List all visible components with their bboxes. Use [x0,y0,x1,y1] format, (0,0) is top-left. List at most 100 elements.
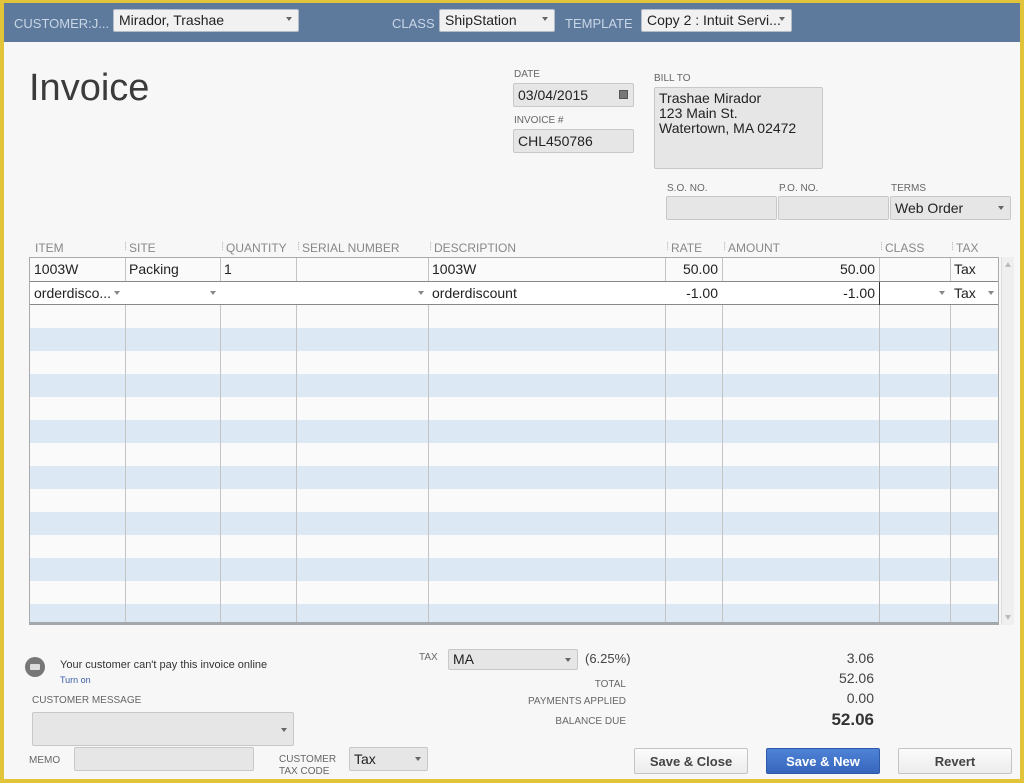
empty-row[interactable] [30,604,998,622]
po-number-label: P.O. NO. [779,183,819,194]
column-header-rate[interactable]: ⁞ RATE [666,241,702,255]
column-divider [220,258,221,622]
bill-to-field[interactable]: Trashae Mirador 123 Main St. Watertown, … [654,87,823,169]
column-header-class[interactable]: ⁞ CLASS [880,241,925,255]
cell-rate[interactable]: 50.00 [665,258,722,281]
empty-row[interactable] [30,512,998,535]
empty-row[interactable] [30,328,998,351]
chevron-down-icon [565,658,571,662]
memo-field[interactable] [74,747,254,771]
customer-message-label: CUSTOMER MESSAGE [32,695,142,706]
table-scrollbar[interactable] [1001,257,1014,625]
table-row-active[interactable]: orderdisco... orderdiscount -1.00 -1.00 … [30,281,998,305]
column-header-tax[interactable]: ⁞ TAX [951,241,979,255]
cell-tax[interactable]: Tax [950,258,998,281]
chevron-down-icon [998,206,1004,210]
cell-serial[interactable] [296,282,428,305]
cell-serial[interactable] [296,258,428,281]
template-value: Copy 2 : Intuit Servi... [647,12,781,28]
tax-amount: 3.06 [846,650,874,666]
total-value: 52.06 [838,670,874,686]
column-divider [665,258,666,622]
empty-row[interactable] [30,558,998,581]
customer-tax-code-dropdown[interactable]: Tax [349,747,428,771]
payments-applied-value: 0.00 [846,690,874,706]
cell-item[interactable]: orderdisco... [30,282,125,305]
bill-to-line: Trashae Mirador [659,90,762,106]
bill-to-line: Watertown, MA 02472 [659,120,797,136]
cell-class[interactable] [879,258,950,281]
column-header-label: TAX [956,241,979,255]
cell-quantity[interactable] [220,282,296,305]
revert-button[interactable]: Revert [898,748,1012,774]
column-divider [428,258,429,622]
save-new-button[interactable]: Save & New [766,748,880,774]
column-header-amount[interactable]: ⁞ AMOUNT [723,241,780,255]
template-dropdown[interactable]: Copy 2 : Intuit Servi... [641,9,792,32]
total-label: TOTAL [594,679,626,690]
cell-item[interactable]: 1003W [30,258,125,281]
scroll-down-icon[interactable] [1005,615,1011,620]
customer-dropdown[interactable]: Mirador, Trashae [113,9,299,32]
calendar-icon[interactable] [619,90,628,99]
column-header-site[interactable]: ⁞ SITE [124,241,156,255]
cell-amount[interactable]: 50.00 [722,258,879,281]
invoice-number-label: INVOICE # [514,115,564,126]
so-number-field[interactable] [666,196,777,220]
tax-rate: (6.25%) [585,651,631,666]
chevron-down-icon[interactable] [939,291,945,295]
balance-due-value: 52.06 [831,710,874,729]
tax-dropdown[interactable]: MA [448,649,578,670]
customer-message-dropdown[interactable] [32,712,294,746]
column-header-item[interactable]: ITEM [35,241,64,255]
column-header-serial-number[interactable]: ⁞ SERIAL NUMBER [297,241,400,255]
pay-online-status: Your customer can't pay this invoice onl… [60,659,268,671]
invoice-window: CUSTOMER:J... Mirador, Trashae CLASS Shi… [4,3,1020,779]
page-title: Invoice [29,67,150,109]
chevron-down-icon [281,728,287,732]
column-header-label: CLASS [885,241,925,255]
table-body: 1003W Packing 1 1003W 50.00 50.00 Tax or… [29,257,999,625]
template-label: TEMPLATE [565,16,633,31]
po-number-field[interactable] [778,196,889,220]
cell-description[interactable]: 1003W [428,258,665,281]
bill-to-label: BILL TO [654,73,691,84]
column-header-quantity[interactable]: ⁞ QUANTITY [221,241,287,255]
customer-label: CUSTOMER:J... [14,16,110,31]
date-label: DATE [514,69,540,80]
memo-label: MEMO [29,755,61,766]
column-header-label: QUANTITY [226,241,287,255]
empty-row[interactable] [30,374,998,397]
empty-row[interactable] [30,420,998,443]
so-number-label: S.O. NO. [667,183,708,194]
cell-amount[interactable]: -1.00 [722,282,879,305]
chevron-down-icon[interactable] [114,291,120,295]
scroll-up-icon[interactable] [1005,262,1011,267]
credit-card-icon [25,657,45,677]
turn-on-link[interactable]: Turn on [60,675,91,685]
class-dropdown[interactable]: ShipStation [439,9,555,32]
chevron-down-icon[interactable] [418,291,424,295]
top-bar: CUSTOMER:J... Mirador, Trashae CLASS Shi… [4,3,1020,42]
table-row[interactable]: 1003W Packing 1 1003W 50.00 50.00 Tax [30,258,998,281]
date-field[interactable]: 03/04/2015 [513,83,634,107]
tax-label: TAX [419,652,438,663]
terms-dropdown[interactable]: Web Order [890,196,1011,220]
save-close-button[interactable]: Save & Close [634,748,748,774]
invoice-number-field[interactable]: CHL450786 [513,129,634,153]
customer-tax-code-label-line: TAX CODE [279,766,330,777]
chevron-down-icon[interactable] [988,291,994,295]
customer-tax-code-label: CUSTOMER TAX CODE [279,754,336,778]
column-header-description[interactable]: ⁞ DESCRIPTION [429,241,516,255]
cell-site[interactable]: Packing [125,258,220,281]
chevron-down-icon [542,17,548,21]
chevron-down-icon[interactable] [210,291,216,295]
cell-rate[interactable]: -1.00 [665,282,722,305]
cell-description[interactable]: orderdiscount [428,282,665,305]
column-divider [950,258,951,622]
column-divider [722,258,723,622]
empty-row[interactable] [30,466,998,489]
terms-value: Web Order [895,200,964,216]
cell-site[interactable] [125,282,220,305]
cell-quantity[interactable]: 1 [220,258,296,281]
